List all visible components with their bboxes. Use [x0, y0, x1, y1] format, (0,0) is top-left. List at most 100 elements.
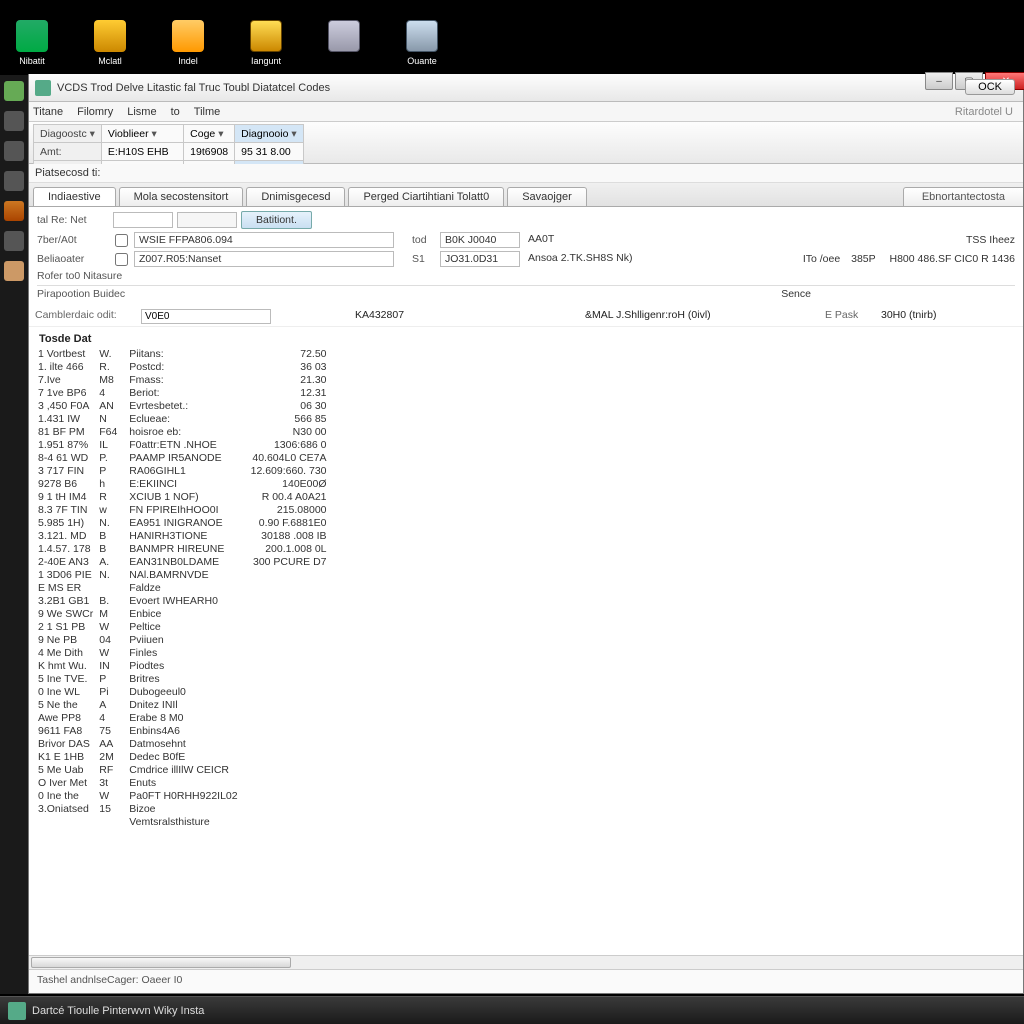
field-label: tod: [412, 234, 436, 246]
icon-ico-f: [406, 20, 438, 52]
icon-ico-a: [16, 20, 48, 52]
taskbar-icon[interactable]: [8, 1002, 26, 1020]
toolbar-cell[interactable]: Vioblieer: [101, 125, 183, 143]
tab[interactable]: Perged Ciartihtiani Tolatt0: [348, 187, 504, 206]
menu-item[interactable]: Tilme: [194, 106, 220, 118]
action-button[interactable]: Batitiont.: [241, 211, 312, 229]
table-row[interactable]: 3.2B1 GB1B.Evoert IWHEARH0: [35, 594, 331, 607]
menu-item[interactable]: Lisme: [127, 106, 156, 118]
toolbar-cell: Amt:: [34, 143, 102, 161]
table-row[interactable]: 3 717 FINPRA06GIHL112.609:660. 730: [35, 464, 331, 477]
table-row[interactable]: 0 Ine theWPa0FT H0RHH922IL02: [35, 789, 331, 802]
desktop: NibatitMclatlIndelIanguntOuante – ▢ ✕ VC…: [0, 0, 1024, 1024]
icon-ico-e: [328, 20, 360, 52]
table-row[interactable]: 9278 B6hE:EKIINCI140E00Ø: [35, 477, 331, 490]
dock-item[interactable]: [4, 141, 24, 161]
ok-button[interactable]: OCK: [965, 79, 1015, 95]
desktop-icon[interactable]: Iangunt: [242, 20, 290, 66]
input-field[interactable]: [177, 212, 237, 228]
desktop-icon[interactable]: [320, 20, 368, 66]
table-row[interactable]: 4 Me DithWFinles: [35, 646, 331, 659]
toolbar-cell: 19t6908: [184, 143, 235, 161]
desktop-icon[interactable]: Ouante: [398, 20, 446, 66]
kv-input[interactable]: [141, 309, 271, 324]
table-row[interactable]: 3.Oniatsed15Bizoe: [35, 802, 331, 815]
table-row[interactable]: Awe PP84Erabe 8 M0: [35, 711, 331, 724]
value-field[interactable]: Z007.R05:Nanset: [134, 251, 394, 267]
taskbar-label[interactable]: Dartcé Tioulle Pinterwvn Wiky Insta: [32, 1005, 204, 1017]
menu-item[interactable]: to: [171, 106, 180, 118]
table-row[interactable]: 8.3 7F TINwFN FPIREIhHOO0I215.08000: [35, 503, 331, 516]
content-area: tal Re: Net Batitiont. 7ber/A0t WSIE FFP…: [29, 207, 1023, 993]
table-row[interactable]: E MS ERFaldze: [35, 581, 331, 594]
kv-value: 30H0 (tnirb): [881, 309, 1023, 324]
checkbox[interactable]: [115, 234, 128, 247]
desktop-icon[interactable]: Nibatit: [8, 20, 56, 66]
table-row[interactable]: O Iver Met3tEnuts: [35, 776, 331, 789]
table-row[interactable]: 1.4.57. 178BBANMPR HIREUNE200.1.008 0L: [35, 542, 331, 555]
menubar-status: Ritardotel U: [955, 106, 1023, 118]
kv-label: Camblerdaic odit:: [35, 309, 135, 324]
menu-item[interactable]: Filomry: [77, 106, 113, 118]
scrollbar-thumb[interactable]: [31, 957, 291, 968]
table-row[interactable]: 2 1 S1 PBWPeltice: [35, 620, 331, 633]
value-field[interactable]: WSIE FFPA806.094: [134, 232, 394, 248]
table-row[interactable]: 9611 FA875Enbins4A6: [35, 724, 331, 737]
dock-item[interactable]: [4, 261, 24, 281]
table-row[interactable]: K1 E 1HB2MDedec B0fE: [35, 750, 331, 763]
data-list[interactable]: 1 VortbestW.Piitans:72.501. ilte 466R.Po…: [29, 347, 1023, 955]
field-label: ITo /oee: [803, 253, 840, 265]
input-field[interactable]: [113, 212, 173, 228]
table-row[interactable]: 1. ilte 466R.Postcd:36 03: [35, 360, 331, 373]
toolbar-cell[interactable]: Diagnooio: [235, 125, 304, 143]
table-row[interactable]: 1 VortbestW.Piitans:72.50: [35, 347, 331, 360]
field-label: Beliaoater: [37, 253, 109, 265]
titlebar: VCDS Trod Delve Litastic fal Truc Toubl …: [29, 74, 1023, 102]
tab[interactable]: Savaojger: [507, 187, 587, 206]
left-dock: [0, 75, 28, 994]
table-row[interactable]: Brivor DASAADatmosehnt: [35, 737, 331, 750]
table-row[interactable]: 81 BF PMF64hoisroe eb:N30 00: [35, 425, 331, 438]
table-row[interactable]: 5 Ine TVE.PBritres: [35, 672, 331, 685]
icon-ico-b: [94, 20, 126, 52]
taskbar[interactable]: Dartcé Tioulle Pinterwvn Wiky Insta: [0, 996, 1024, 1024]
checkbox[interactable]: [115, 253, 128, 266]
app-icon: [35, 80, 51, 96]
table-row[interactable]: K hmt Wu.INPiodtes: [35, 659, 331, 672]
dock-item[interactable]: [4, 231, 24, 251]
desktop-icon[interactable]: Mclatl: [86, 20, 134, 66]
tab[interactable]: Mola secostensitort: [119, 187, 244, 206]
table-row[interactable]: 7.IveM8Fmass:21.30: [35, 373, 331, 386]
horizontal-scrollbar[interactable]: [29, 955, 1023, 969]
table-row[interactable]: Vemtsralsthisture: [35, 815, 331, 828]
table-row[interactable]: 3.121. MDBHANIRH3TIONE30188 .008 IB: [35, 529, 331, 542]
table-row[interactable]: 0 Ine WLPiDubogeeul0: [35, 685, 331, 698]
table-row[interactable]: 2-40E AN3A.EAN31NB0LDAME300 PCURE D7: [35, 555, 331, 568]
minimize-button[interactable]: –: [925, 72, 953, 90]
value-field: B0K J0040: [440, 232, 520, 248]
table-row[interactable]: 9 Ne PB04Pviiuen: [35, 633, 331, 646]
toolbar-cell[interactable]: Diagoostc: [34, 125, 102, 143]
table-row[interactable]: 7 1ve BP64Beriot:12.31: [35, 386, 331, 399]
table-row[interactable]: 9 1 tH IM4RXCIUB 1 NOF)R 00.4 A0A21: [35, 490, 331, 503]
table-row[interactable]: 5 Me UabRFCmdrice illIlW CEICR: [35, 763, 331, 776]
kv-value: &MAL J.Shlligenr:roH (0ivl): [585, 309, 813, 324]
tab-right[interactable]: Ebnortantectosta: [903, 187, 1023, 206]
tab[interactable]: Dnimisgecesd: [246, 187, 345, 206]
table-row[interactable]: 9 We SWCrMEnbice: [35, 607, 331, 620]
toolbar-cell[interactable]: Coge: [184, 125, 235, 143]
table-row[interactable]: 5.985 1H)N.EA951 INIGRANOE0.90 F.6881E0: [35, 516, 331, 529]
table-row[interactable]: 5 Ne theADnitez INIl: [35, 698, 331, 711]
dock-item[interactable]: [4, 171, 24, 191]
dock-item[interactable]: [4, 201, 24, 221]
table-row[interactable]: 3 ,450 F0AANEvrtesbetet.:06 30: [35, 399, 331, 412]
table-row[interactable]: 8-4 61 WDP.PAAMP IR5ANODE40.604L0 CE7A: [35, 451, 331, 464]
table-row[interactable]: 1.951 87%ILF0attr:ETN .NHOE1306:686 0: [35, 438, 331, 451]
dock-item[interactable]: [4, 81, 24, 101]
dock-item[interactable]: [4, 111, 24, 131]
tab[interactable]: Indiaestive: [33, 187, 116, 206]
desktop-icon[interactable]: Indel: [164, 20, 212, 66]
table-row[interactable]: 1 3D06 PIEN.NAl.BAMRNVDE: [35, 568, 331, 581]
menu-item[interactable]: Titane: [33, 106, 63, 118]
table-row[interactable]: 1.431 IWNEclueae:566 85: [35, 412, 331, 425]
